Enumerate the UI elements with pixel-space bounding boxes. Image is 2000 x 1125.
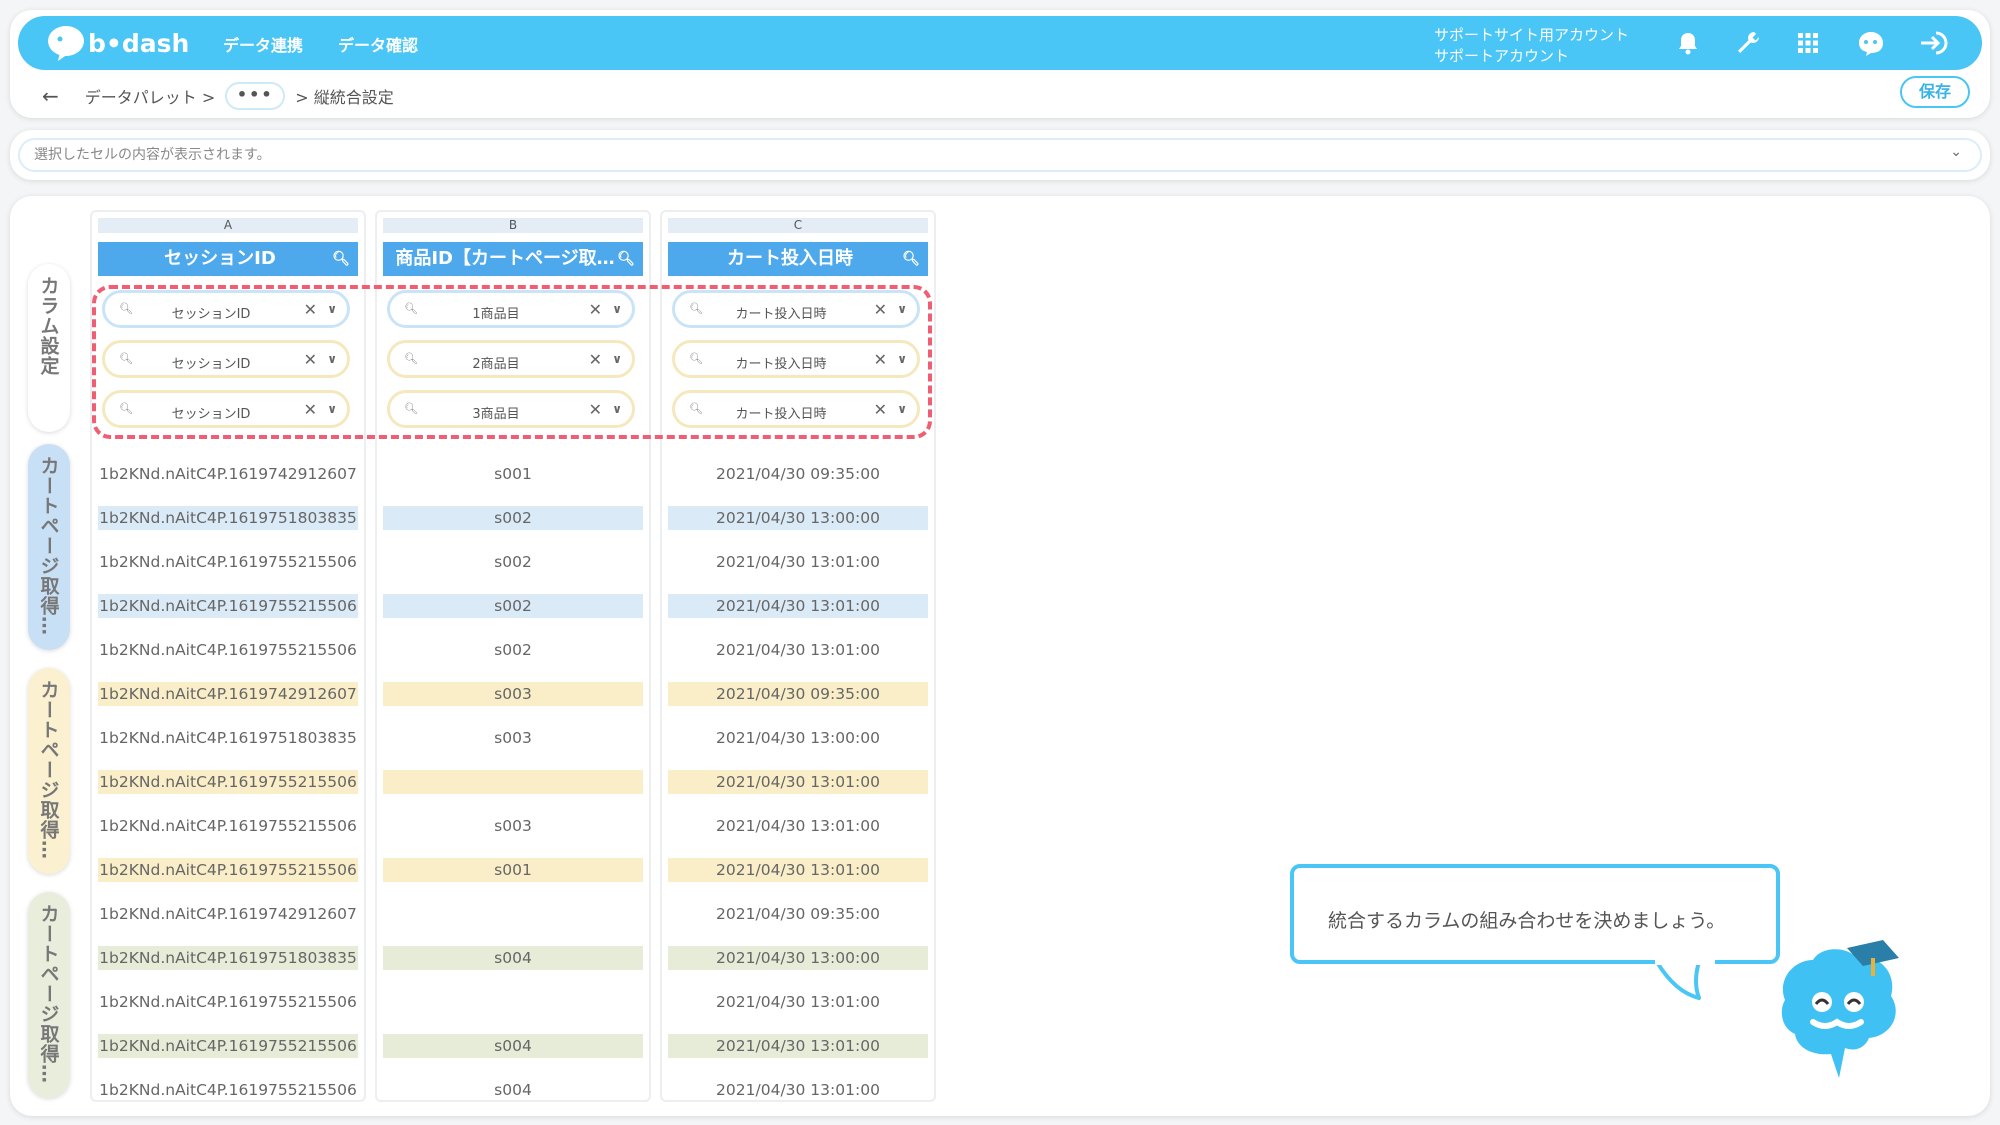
table-cell[interactable] <box>383 770 643 794</box>
cell-content-field[interactable]: 選択したセルの内容が表示されます。 <box>18 138 1982 172</box>
wrench-icon[interactable] <box>1734 29 1762 57</box>
column-letter[interactable]: B <box>383 218 643 233</box>
table-cell[interactable]: 2021/04/30 13:00:00 <box>668 946 928 970</box>
table-cell[interactable]: 2021/04/30 13:00:00 <box>668 726 928 750</box>
tab-cart-page-1[interactable]: カートページ取得… <box>28 444 70 650</box>
table-cell[interactable]: 1b2KNd.nAitC4P.1619755215506 <box>98 770 358 794</box>
tab-column-settings[interactable]: カラム設定 <box>28 264 70 432</box>
back-arrow-icon[interactable]: ← <box>42 84 59 108</box>
chevron-down-icon[interactable]: ⌄ <box>1950 144 1962 160</box>
table-cell[interactable]: 2021/04/30 09:35:00 <box>668 682 928 706</box>
bubble-tail <box>1655 960 1715 1000</box>
table-cell[interactable] <box>383 902 643 926</box>
column-letter[interactable]: A <box>98 218 358 233</box>
column-header[interactable]: セッションID 🔍︎ <box>98 242 358 276</box>
table-cell[interactable]: 1b2KNd.nAitC4P.1619751803835 <box>98 506 358 530</box>
grid-icon[interactable] <box>1794 29 1822 57</box>
tip-text: 統合するカラムの組み合わせを決めましょう。 <box>1328 910 1726 932</box>
table-cell[interactable]: s002 <box>383 638 643 662</box>
table-cell[interactable]: 1b2KNd.nAitC4P.1619755215506 <box>98 594 358 618</box>
search-icon[interactable]: 🔍︎ <box>332 242 350 276</box>
table-cell[interactable]: 2021/04/30 09:35:00 <box>668 462 928 486</box>
mascot-icon <box>1781 940 1899 1078</box>
account-sub: サポートアカウント <box>1434 47 1570 65</box>
table-cell[interactable]: s001 <box>383 858 643 882</box>
table-cell[interactable]: s003 <box>383 682 643 706</box>
table-cell[interactable]: s003 <box>383 726 643 750</box>
tab-cart-page-3[interactable]: カートページ取得… <box>28 892 70 1098</box>
tab-cart-page-2[interactable]: カートページ取得… <box>28 668 70 874</box>
breadcrumb: ← データパレット > ••• > 縦統合設定 <box>42 82 394 110</box>
column-header-label: カート投入日時 <box>727 248 853 269</box>
search-icon[interactable]: 🔍︎ <box>617 242 635 276</box>
logo-text: b•dash <box>88 28 190 58</box>
table-cell[interactable]: 2021/04/30 13:01:00 <box>668 638 928 662</box>
table-cell[interactable]: 2021/04/30 13:01:00 <box>668 814 928 838</box>
column-letter[interactable]: C <box>668 218 928 233</box>
table-cell[interactable]: 2021/04/30 09:35:00 <box>668 902 928 926</box>
account-info[interactable]: サポートサイト用アカウント サポートアカウント <box>1434 25 1629 67</box>
table-cell[interactable]: 1b2KNd.nAitC4P.1619751803835 <box>98 946 358 970</box>
table-cell[interactable]: 1b2KNd.nAitC4P.1619755215506 <box>98 814 358 838</box>
logout-icon[interactable] <box>1918 29 1952 57</box>
table-cell[interactable]: 1b2KNd.nAitC4P.1619751803835 <box>98 726 358 750</box>
table-cell[interactable]: 2021/04/30 13:01:00 <box>668 1034 928 1058</box>
column-header-label: 商品ID【カートページ取… <box>395 248 615 269</box>
table-cell[interactable]: s004 <box>383 1034 643 1058</box>
breadcrumb-current: > 縦統合設定 <box>295 88 394 107</box>
breadcrumb-ellipsis-button[interactable]: ••• <box>225 82 286 110</box>
table-cell[interactable]: s002 <box>383 594 643 618</box>
table-cell[interactable]: s001 <box>383 462 643 486</box>
cell-content-panel: 選択したセルの内容が表示されます。 ⌄ <box>10 130 1990 180</box>
logo-bubble-icon <box>48 26 84 61</box>
table-cell[interactable]: 1b2KNd.nAitC4P.1619742912607 <box>98 902 358 926</box>
table-cell[interactable]: 2021/04/30 13:01:00 <box>668 858 928 882</box>
table-cell[interactable]: 1b2KNd.nAitC4P.1619755215506 <box>98 638 358 662</box>
table-cell[interactable]: 2021/04/30 13:00:00 <box>668 506 928 530</box>
top-panel: b•dash データ連携 データ確認 サポートサイト用アカウント サポートアカウ… <box>10 10 1990 118</box>
breadcrumb-data-palette[interactable]: データパレット > <box>85 84 216 108</box>
table-cell[interactable]: s004 <box>383 946 643 970</box>
table-cell[interactable]: 2021/04/30 13:01:00 <box>668 1078 928 1102</box>
table-cell[interactable]: 2021/04/30 13:01:00 <box>668 990 928 1014</box>
tip-bubble: 統合するカラムの組み合わせを決めましょう。 <box>1290 864 1780 964</box>
selector-highlight-box <box>92 285 932 439</box>
column-header[interactable]: カート投入日時 🔍︎ <box>668 242 928 276</box>
table-cell[interactable]: 1b2KNd.nAitC4P.1619755215506 <box>98 858 358 882</box>
save-button[interactable]: 保存 <box>1900 76 1970 108</box>
account-name: サポートサイト用アカウント <box>1434 26 1630 44</box>
table-cell[interactable]: 2021/04/30 13:01:00 <box>668 770 928 794</box>
help-mascot-icon[interactable] <box>1854 29 1888 57</box>
logo[interactable]: b•dash <box>46 24 189 62</box>
table-cell[interactable] <box>383 990 643 1014</box>
table-cell[interactable]: 1b2KNd.nAitC4P.1619755215506 <box>98 990 358 1014</box>
search-icon[interactable]: 🔍︎ <box>902 242 920 276</box>
table-cell[interactable]: 1b2KNd.nAitC4P.1619742912607 <box>98 462 358 486</box>
bell-icon[interactable] <box>1674 29 1702 57</box>
nav-data-link[interactable]: データ連携 <box>223 32 303 56</box>
table-cell[interactable]: 1b2KNd.nAitC4P.1619755215506 <box>98 1034 358 1058</box>
navbar: b•dash データ連携 データ確認 サポートサイト用アカウント サポートアカウ… <box>18 16 1982 70</box>
table-cell[interactable]: s002 <box>383 506 643 530</box>
nav-data-check[interactable]: データ確認 <box>338 32 418 56</box>
table-cell[interactable]: s004 <box>383 1078 643 1102</box>
table-cell[interactable]: s002 <box>383 550 643 574</box>
table-cell[interactable]: s003 <box>383 814 643 838</box>
table-cell[interactable]: 2021/04/30 13:01:00 <box>668 550 928 574</box>
table-cell[interactable]: 2021/04/30 13:01:00 <box>668 594 928 618</box>
column-header-label: セッションID <box>164 248 276 269</box>
table-cell[interactable]: 1b2KNd.nAitC4P.1619742912607 <box>98 682 358 706</box>
table-cell[interactable]: 1b2KNd.nAitC4P.1619755215506 <box>98 1078 358 1102</box>
column-header[interactable]: 商品ID【カートページ取… 🔍︎ <box>383 242 643 276</box>
table-cell[interactable]: 1b2KNd.nAitC4P.1619755215506 <box>98 550 358 574</box>
